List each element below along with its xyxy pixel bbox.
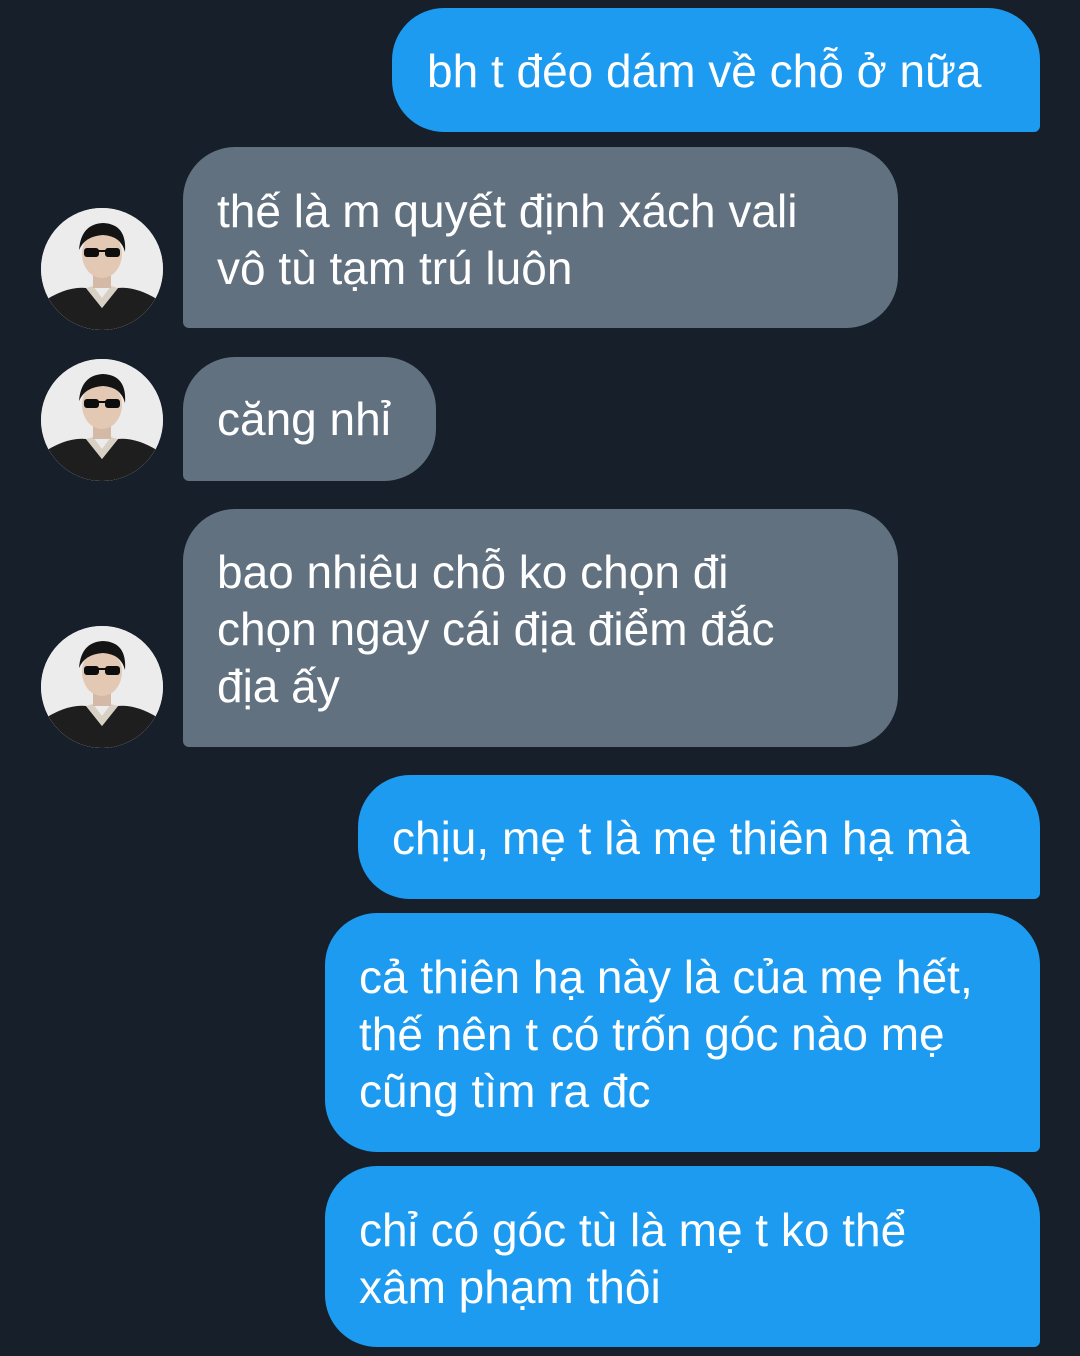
message-bubble-sent[interactable]: bh t đéo dám về chỗ ở nữa [392, 8, 1040, 132]
avatar-photo-icon [41, 208, 163, 330]
contact-avatar[interactable] [41, 359, 163, 481]
contact-avatar[interactable] [41, 626, 163, 748]
avatar-photo-icon [41, 359, 163, 481]
message-bubble-sent[interactable]: cả thiên hạ này là của mẹ hết, thế nên t… [325, 913, 1040, 1152]
avatar-photo-icon [41, 626, 163, 748]
message-bubble-received[interactable]: bao nhiêu chỗ ko chọn đi chọn ngay cái đ… [183, 509, 898, 747]
contact-avatar[interactable] [41, 208, 163, 330]
message-bubble-received[interactable]: căng nhỉ [183, 357, 436, 481]
message-bubble-sent[interactable]: chỉ có góc tù là mẹ t ko thể xâm phạm th… [325, 1166, 1040, 1347]
message-bubble-received[interactable]: thế là m quyết định xách vali vô tù tạm … [183, 147, 898, 328]
message-bubble-sent[interactable]: chịu, mẹ t là mẹ thiên hạ mà [358, 775, 1040, 899]
